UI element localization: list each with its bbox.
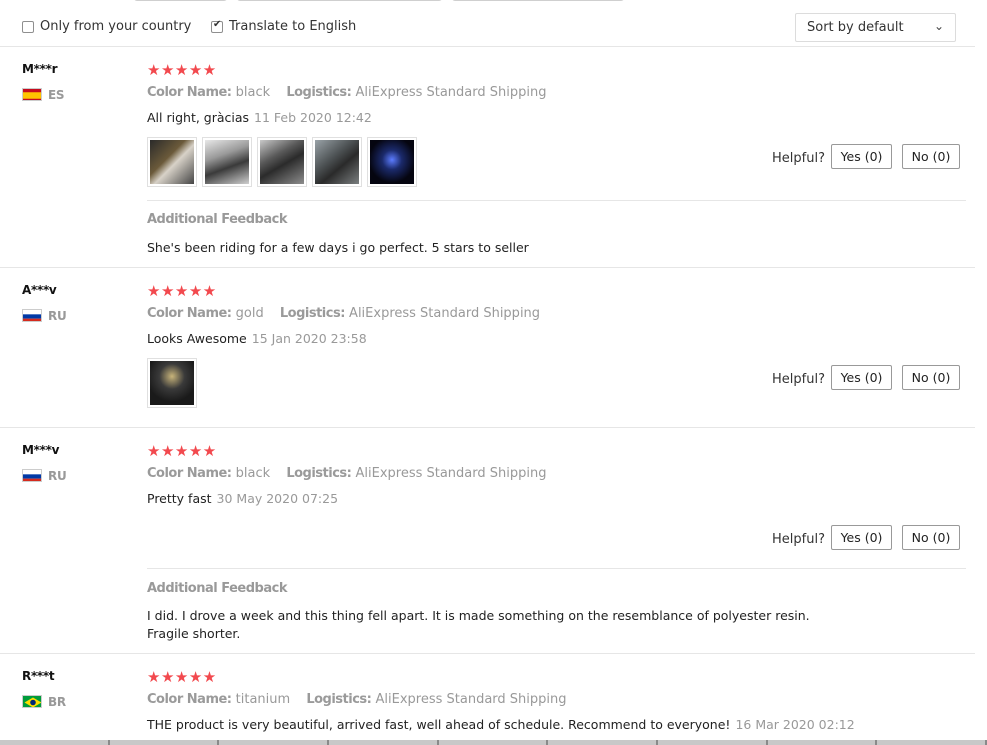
star-rating: ★★★★★ [147, 282, 217, 300]
review-photo[interactable] [147, 137, 197, 187]
logistics-value: AliExpress Standard Shipping [355, 85, 547, 100]
logistics-value: AliExpress Standard Shipping [355, 466, 547, 481]
review-date: 15 Jan 2020 23:58 [251, 331, 367, 346]
review-meta: Color Name: black Logistics: AliExpress … [147, 466, 546, 481]
only-country-label[interactable]: Only from your country [40, 19, 191, 34]
logistics-label: Logistics: [306, 692, 372, 707]
reviewer-country: RU [48, 309, 67, 323]
review-photo[interactable] [202, 137, 252, 187]
helpful-label: Helpful? [772, 532, 825, 547]
review-date: 30 May 2020 07:25 [216, 491, 339, 506]
reviewer-country: BR [48, 695, 66, 709]
review-photo[interactable] [367, 137, 417, 187]
review-meta: Color Name: gold Logistics: AliExpress S… [147, 306, 540, 321]
additional-feedback-text: She's been riding for a few days i go pe… [147, 240, 529, 255]
additional-feedback-title: Additional Feedback [147, 212, 287, 227]
helpful-yes-button[interactable]: Yes (0) [831, 144, 892, 169]
color-name-label: Color Name: [147, 466, 232, 481]
review-date: 16 Mar 2020 02:12 [735, 717, 855, 732]
helpful-yes-button[interactable]: Yes (0) [831, 365, 892, 390]
page-right-edge [975, 0, 987, 745]
review-item: M***r ES ★★★★★ Color Name: black Logisti… [0, 47, 975, 268]
translate-checkbox[interactable] [211, 19, 223, 33]
color-name-value: black [235, 466, 271, 481]
review-text: All right, gràcias [147, 110, 250, 125]
helpful-no-button[interactable]: No (0) [902, 144, 960, 169]
color-name-value: titanium [235, 692, 291, 707]
helpful-no-button[interactable]: No (0) [902, 525, 960, 550]
color-name-value: gold [235, 306, 264, 321]
review-photos [147, 358, 197, 408]
review-item: A***v RU ★★★★★ Color Name: gold Logistic… [0, 268, 975, 428]
review-meta: Color Name: black Logistics: AliExpress … [147, 85, 546, 100]
helpful-yes-button[interactable]: Yes (0) [831, 525, 892, 550]
star-rating: ★★★★★ [147, 61, 217, 79]
logistics-label: Logistics: [286, 466, 352, 481]
reviewer-name: R***t [22, 669, 55, 683]
star-rating: ★★★★★ [147, 442, 217, 460]
flag-ru-icon [22, 469, 42, 482]
feedback-divider [147, 200, 966, 201]
review-text: Looks Awesome [147, 331, 247, 346]
reviewer-country: RU [48, 469, 67, 483]
reviewer-name: M***r [22, 62, 58, 76]
sort-select[interactable]: Sort by default ⌄ [795, 13, 956, 42]
taskbar-strip [0, 740, 987, 745]
review-text-line: All right, gràcias 11 Feb 2020 12:42 [147, 110, 372, 125]
review-text-line: THE product is very beautiful, arrived f… [147, 717, 855, 732]
star-rating: ★★★★★ [147, 668, 217, 686]
color-name-value: black [235, 85, 271, 100]
color-name-label: Color Name: [147, 692, 232, 707]
translate-label[interactable]: Translate to English [229, 19, 356, 34]
color-name-label: Color Name: [147, 306, 232, 321]
helpful-no-button[interactable]: No (0) [902, 365, 960, 390]
review-text-line: Pretty fast 30 May 2020 07:25 [147, 491, 338, 506]
review-text: Pretty fast [147, 491, 212, 506]
additional-feedback-text: I did. I drove a week and this thing fel… [147, 608, 810, 641]
logistics-label: Logistics: [286, 85, 352, 100]
logistics-label: Logistics: [279, 306, 346, 321]
only-country-checkbox[interactable] [22, 21, 34, 33]
chevron-down-icon: ⌄ [933, 19, 944, 33]
review-photo[interactable] [147, 358, 197, 408]
logistics-value: AliExpress Standard Shipping [375, 692, 567, 707]
color-name-label: Color Name: [147, 85, 232, 100]
review-date: 11 Feb 2020 12:42 [254, 110, 372, 125]
helpful-label: Helpful? [772, 372, 825, 387]
reviewer-name: A***v [22, 283, 57, 297]
review-text-line: Looks Awesome 15 Jan 2020 23:58 [147, 331, 367, 346]
review-meta: Color Name: titanium Logistics: AliExpre… [147, 692, 567, 707]
review-filter-bar: Only from your country Translate to Engl… [0, 0, 975, 47]
additional-feedback-title: Additional Feedback [147, 581, 287, 596]
feedback-divider [147, 568, 966, 569]
helpful-label: Helpful? [772, 151, 825, 166]
flag-es-icon [22, 88, 42, 101]
reviewer-country: ES [48, 88, 65, 102]
flag-br-icon [22, 695, 42, 708]
review-item: M***v RU ★★★★★ Color Name: black Logisti… [0, 428, 975, 654]
review-text: THE product is very beautiful, arrived f… [147, 717, 731, 732]
review-item: R***t BR ★★★★★ Color Name: titanium Logi… [0, 654, 975, 740]
review-photo[interactable] [312, 137, 362, 187]
logistics-value: AliExpress Standard Shipping [349, 306, 541, 321]
review-photo[interactable] [257, 137, 307, 187]
flag-ru-icon [22, 309, 42, 322]
sort-select-label: Sort by default [807, 20, 904, 35]
review-photos [147, 137, 417, 187]
reviewer-name: M***v [22, 443, 60, 457]
